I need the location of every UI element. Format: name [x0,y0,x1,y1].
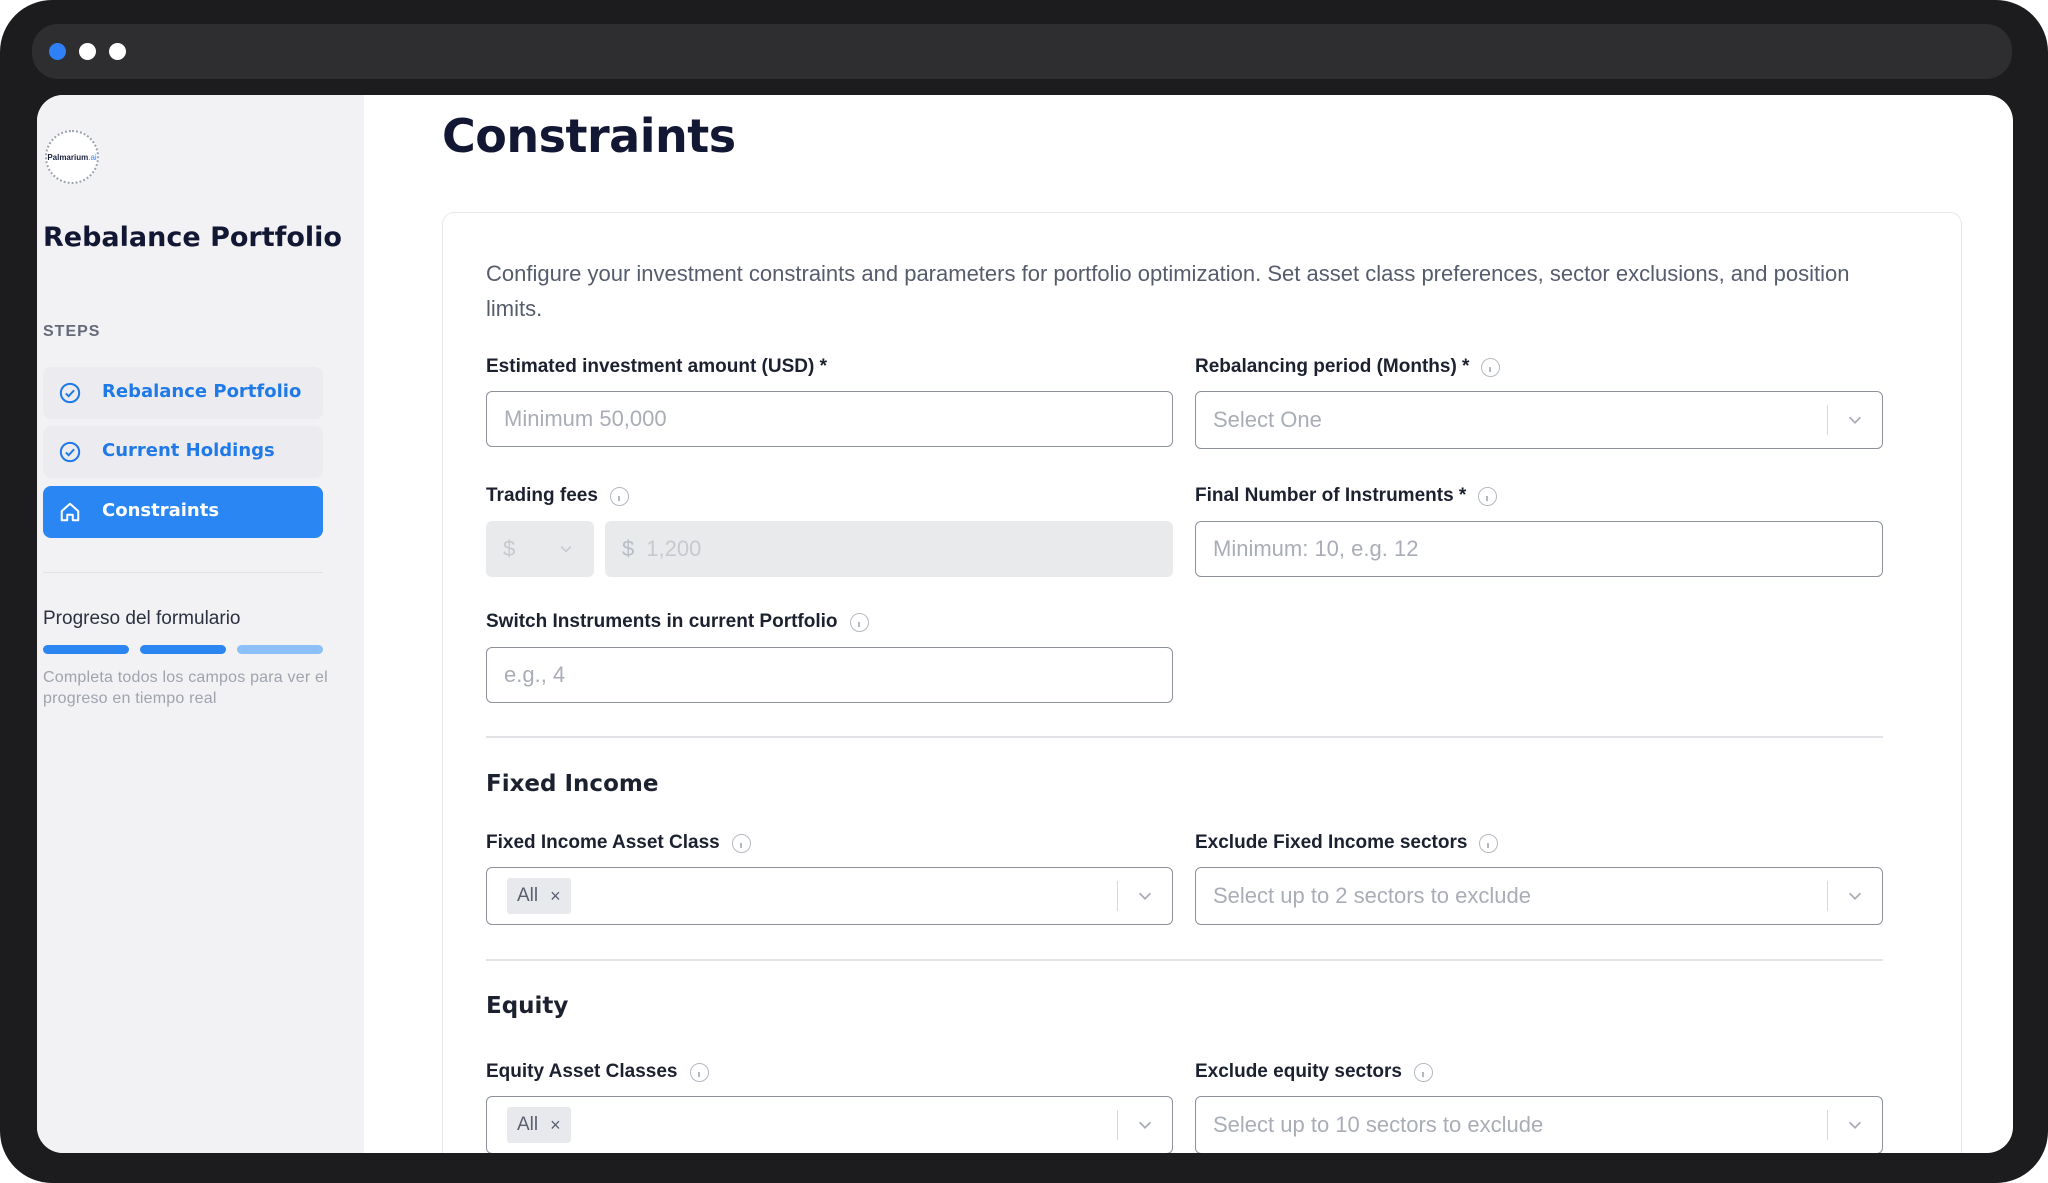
label-text: Final Number of Instruments * [1195,485,1467,506]
tag-label: All [517,885,539,906]
tag-remove-icon[interactable]: × [550,1115,561,1136]
constraints-form-card: Configure your investment constraints an… [442,212,1962,1153]
trading-fees-label: Trading fees [486,485,629,507]
input-prefix: $ [622,536,635,561]
info-icon[interactable] [1481,357,1501,377]
sidebar-title: Rebalance Portfolio [43,222,342,253]
select-separator [1827,405,1828,435]
final-instruments-label: Final Number of Instruments * [1195,485,1498,507]
step-label: Rebalance Portfolio [102,381,302,402]
info-icon[interactable] [689,1062,709,1082]
investment-amount-label: Estimated investment amount (USD) * [486,356,827,378]
step-rebalance-portfolio[interactable]: Rebalance Portfolio [43,367,323,419]
exclude-fixed-income-label: Exclude Fixed Income sectors [1195,832,1499,854]
steps-heading: STEPS [43,323,101,340]
exclude-fixed-income-select[interactable]: Select up to 2 sectors to exclude [1195,867,1883,925]
tag-remove-icon[interactable]: × [550,886,561,907]
sidebar: Palmarium.ai Rebalance Portfolio STEPS R… [37,95,364,1153]
investment-amount-input[interactable]: Minimum 50,000 [486,391,1173,447]
device-frame: Palmarium.ai Rebalance Portfolio STEPS R… [0,0,2048,1183]
home-icon [60,502,80,522]
select-separator [1827,881,1828,911]
company-logo[interactable]: Palmarium.ai [45,130,99,184]
equity-asset-classes-label: Equity Asset Classes [486,1061,709,1083]
section-divider [486,736,1883,738]
step-label: Current Holdings [102,440,275,461]
app-screen: Palmarium.ai Rebalance Portfolio STEPS R… [37,95,2013,1153]
label-text: Fixed Income Asset Class [486,832,720,853]
progress-segment-complete [43,645,129,654]
input-placeholder: e.g., 4 [504,662,566,687]
info-icon[interactable] [609,486,629,506]
input-placeholder: Minimum: 10, e.g. 12 [1213,536,1419,561]
page-title: Constraints [442,109,736,163]
rebalancing-period-label: Rebalancing period (Months) * [1195,356,1501,378]
exclude-equity-select[interactable]: Select up to 10 sectors to exclude [1195,1096,1883,1153]
label-text: Switch Instruments in current Portfolio [486,611,838,632]
info-icon[interactable] [849,612,869,632]
input-placeholder: Minimum 50,000 [504,406,667,431]
window-titlebar [32,24,2012,79]
sidebar-divider [43,572,323,573]
window-dot-blue[interactable] [49,43,66,60]
label-text: Rebalancing period (Months) * [1195,356,1470,377]
currency-value: $ [503,536,516,561]
tag-label: All [517,1114,539,1135]
info-icon[interactable] [1479,833,1499,853]
info-icon[interactable] [1413,1062,1433,1082]
select-placeholder: Select up to 2 sectors to exclude [1213,883,1531,908]
fixed-income-asset-class-label: Fixed Income Asset Class [486,832,751,854]
chevron-down-icon[interactable] [1136,887,1154,905]
select-separator [1117,881,1118,911]
fixed-income-heading: Fixed Income [486,771,659,797]
check-circle-icon [59,441,81,463]
form-description: Configure your investment constraints an… [486,261,1850,321]
trading-fees-input[interactable]: $ 1,200 [605,521,1173,577]
input-placeholder: 1,200 [646,536,702,561]
final-instruments-input[interactable]: Minimum: 10, e.g. 12 [1195,521,1883,577]
chevron-down-icon[interactable] [1136,1116,1154,1134]
step-constraints[interactable]: Constraints [43,486,323,538]
equity-asset-classes-select[interactable]: All × [486,1096,1173,1153]
label-text: Exclude Fixed Income sectors [1195,832,1468,853]
progress-segment-complete [140,645,226,654]
info-icon[interactable] [731,833,751,853]
label-text: Equity Asset Classes [486,1061,678,1082]
logo-suffix: .ai [88,152,97,162]
check-circle-icon [59,382,81,404]
logo-text: Palmarium [47,152,89,162]
equity-heading: Equity [486,993,569,1019]
select-placeholder: Select One [1213,407,1322,432]
label-text: Trading fees [486,485,598,506]
progress-title: Progreso del formulario [43,608,241,629]
chevron-down-icon[interactable] [1846,411,1864,429]
select-separator [1827,1110,1828,1140]
chevron-down-icon [560,546,572,553]
selected-tag: All × [507,878,571,914]
chevron-down-icon[interactable] [1846,1116,1864,1134]
step-label: Constraints [102,500,220,521]
fixed-income-asset-class-select[interactable]: All × [486,867,1173,925]
info-icon[interactable] [1478,486,1498,506]
select-separator [1117,1110,1118,1140]
label-text: Exclude equity sectors [1195,1061,1402,1082]
switch-instruments-label: Switch Instruments in current Portfolio [486,611,869,633]
rebalancing-period-select[interactable]: Select One [1195,391,1883,449]
selected-tag: All × [507,1107,571,1143]
step-current-holdings[interactable]: Current Holdings [43,426,323,478]
chevron-down-icon[interactable] [1846,887,1864,905]
exclude-equity-label: Exclude equity sectors [1195,1061,1433,1083]
progress-segment-partial [237,645,323,654]
section-divider [486,959,1883,961]
progress-hint: Completa todos los campos para ver el pr… [43,669,328,707]
switch-instruments-input[interactable]: e.g., 4 [486,647,1173,703]
label-text: Estimated investment amount (USD) * [486,356,827,377]
window-dot-white[interactable] [109,43,126,60]
currency-select[interactable]: $ [486,521,594,577]
window-dot-white[interactable] [79,43,96,60]
select-placeholder: Select up to 10 sectors to exclude [1213,1112,1544,1137]
